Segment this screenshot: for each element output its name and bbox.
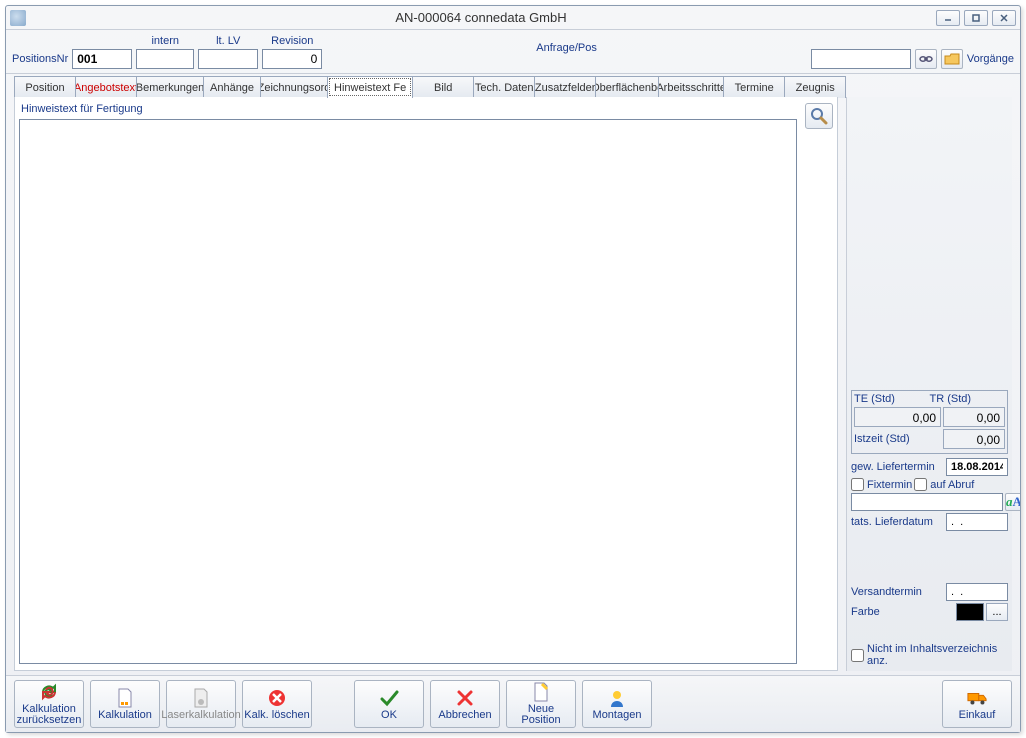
app-window: AN-000064 connedata GmbH PositionsNr int…	[5, 5, 1021, 733]
label-istzeit: Istzeit (Std)	[854, 433, 941, 445]
hinweistext-textarea[interactable]	[19, 119, 797, 664]
worker-icon	[607, 688, 627, 708]
truck-icon	[967, 688, 987, 708]
input-gew-liefertermin[interactable]	[946, 458, 1008, 476]
btn-montagen[interactable]: Montagen	[582, 680, 652, 728]
tab-bild[interactable]: Bild	[412, 76, 474, 98]
window-controls	[936, 10, 1016, 26]
btn-kalk-loeschen[interactable]: Kalk. löschen	[242, 680, 312, 728]
tab-arbeitsschritte[interactable]: Arbeitsschritte	[658, 76, 724, 98]
label-te: TE (Std)	[854, 393, 930, 405]
btn-kalkulation[interactable]: Kalkulation	[90, 680, 160, 728]
cancel-icon	[455, 688, 475, 708]
folder-button[interactable]	[941, 49, 963, 69]
input-anfrage[interactable]	[811, 49, 911, 69]
btn-neue-position[interactable]: Neue Position	[506, 680, 576, 728]
tab-oberflaechen[interactable]: Oberflächenbe	[595, 76, 659, 98]
label-tat-lieferdatum: tats. Lieferdatum	[851, 516, 944, 528]
check-icon	[379, 688, 399, 708]
tab-termine[interactable]: Termine	[723, 76, 785, 98]
app-icon	[10, 10, 26, 26]
tab-position[interactable]: Position	[14, 76, 76, 98]
input-ltlv[interactable]	[198, 49, 258, 69]
bottom-toolbar: Kalkulation zurücksetzen Kalkulation Las…	[6, 675, 1020, 732]
link-button[interactable]	[915, 49, 937, 69]
tab-angebotstext[interactable]: Angebotstext	[75, 76, 137, 98]
btn-laserkalkulation[interactable]: Laserkalkulation	[166, 680, 236, 728]
tab-bemerkungen[interactable]: Bemerkungen	[136, 76, 204, 98]
color-swatch[interactable]	[956, 603, 984, 621]
tab-zeichnungsordner[interactable]: Zeichnungsord	[260, 76, 328, 98]
btn-kalk-reset[interactable]: Kalkulation zurücksetzen	[14, 680, 84, 728]
text-style-button[interactable]: aA	[1005, 493, 1020, 511]
titlebar: AN-000064 connedata GmbH	[6, 6, 1020, 30]
refresh-icon	[39, 682, 59, 702]
label-versandtermin: Versandtermin	[851, 586, 944, 598]
label-revision: Revision	[271, 35, 313, 47]
input-abruf-text[interactable]	[851, 493, 1003, 511]
content-left: Hinweistext für Fertigung	[15, 97, 801, 670]
right-panel: TE (Std) TR (Std) 0,00 0,00 Istzeit (Std…	[846, 97, 1012, 671]
input-positionsnr[interactable]	[72, 49, 132, 69]
tab-tech-daten[interactable]: Tech. Daten	[473, 76, 535, 98]
label-anfrage-pos: Anfrage/Pos	[326, 42, 807, 57]
checkbox-aufabruf[interactable]: auf Abruf	[914, 478, 974, 491]
header-row: PositionsNr intern lt. LV Revision Anfra…	[6, 30, 1020, 74]
input-revision[interactable]	[262, 49, 322, 69]
tab-zeugnis[interactable]: Zeugnis	[784, 76, 846, 98]
close-button[interactable]	[992, 10, 1016, 26]
input-tat-lieferdatum[interactable]	[946, 513, 1008, 531]
value-tr: 0,00	[943, 407, 1005, 427]
label-tr: TR (Std)	[930, 393, 1006, 405]
label-vorgaenge: Vorgänge	[967, 53, 1014, 69]
label-intern: intern	[151, 35, 179, 47]
area-title: Hinweistext für Fertigung	[19, 103, 797, 115]
label-ltlv: lt. LV	[216, 35, 240, 47]
maximize-button[interactable]	[964, 10, 988, 26]
magnify-button[interactable]	[805, 103, 833, 129]
btn-abbrechen[interactable]: Abbrechen	[430, 680, 500, 728]
btn-ok[interactable]: OK	[354, 680, 424, 728]
document-icon	[115, 688, 135, 708]
label-farbe: Farbe	[851, 606, 954, 618]
color-pick-button[interactable]: ...	[986, 603, 1008, 621]
checkbox-fixtermin[interactable]: Fixtermin	[851, 478, 912, 491]
content-area: Hinweistext für Fertigung	[14, 97, 838, 671]
checkbox-nicht-inhalt[interactable]: Nicht im Inhaltsverzeichnis anz.	[851, 643, 1008, 667]
time-box: TE (Std) TR (Std) 0,00 0,00 Istzeit (Std…	[851, 390, 1008, 454]
label-gew-liefertermin: gew. Liefertermin	[851, 461, 944, 473]
value-istzeit: 0,00	[943, 429, 1005, 449]
new-document-icon	[531, 682, 551, 702]
tabs-bar: Position Angebotstext Bemerkungen Anhäng…	[6, 74, 1020, 98]
tab-anhaenge[interactable]: Anhänge	[203, 76, 261, 98]
document-grey-icon	[191, 688, 211, 708]
tab-zusatzfelder[interactable]: Zusatzfelder	[534, 76, 596, 98]
value-te: 0,00	[854, 407, 941, 427]
tab-hinweistext[interactable]: Hinweistext Fe	[327, 76, 413, 98]
minimize-button[interactable]	[936, 10, 960, 26]
window-title: AN-000064 connedata GmbH	[26, 10, 936, 25]
btn-einkauf[interactable]: Einkauf	[942, 680, 1012, 728]
input-versandtermin[interactable]	[946, 583, 1008, 601]
input-intern[interactable]	[136, 49, 194, 69]
delete-icon	[267, 688, 287, 708]
label-positionsnr: PositionsNr	[12, 53, 68, 69]
